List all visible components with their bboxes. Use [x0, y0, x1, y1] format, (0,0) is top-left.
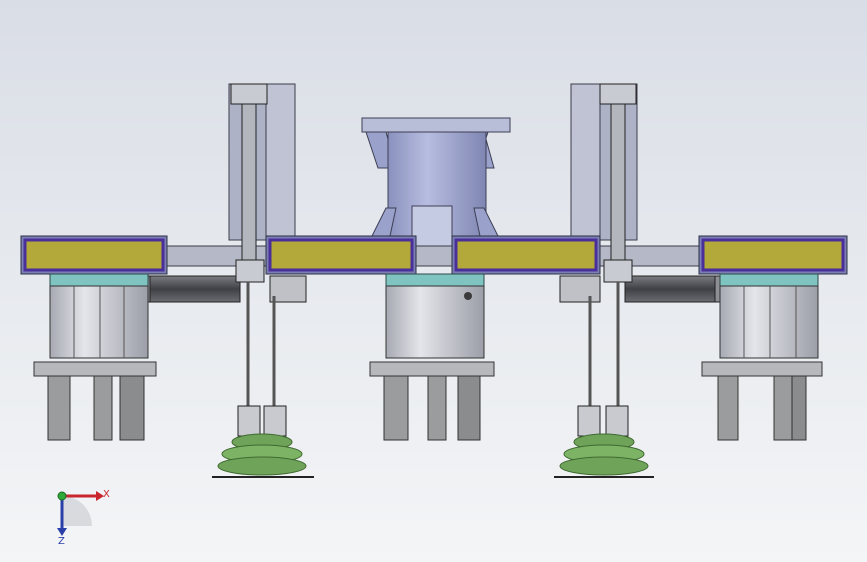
x-axis-label: X: [103, 489, 110, 500]
z-axis-arrow: [57, 528, 67, 536]
coordinate-triad[interactable]: X Z: [57, 489, 110, 547]
triad-origin: [57, 491, 67, 501]
right-gripper: [701, 273, 823, 441]
triad-plane: [62, 496, 92, 526]
right-suction-cups: [554, 405, 654, 478]
z-axis-label: Z: [58, 536, 65, 547]
left-suction-cups: [212, 405, 314, 478]
left-vertical-frame: [228, 83, 296, 241]
cad-viewport[interactable]: X Z: [0, 0, 867, 562]
left-gripper: [33, 273, 157, 441]
assembly-drawing: X Z: [20, 83, 848, 547]
right-vertical-frame: [570, 83, 638, 241]
center-gripper: [369, 273, 495, 441]
